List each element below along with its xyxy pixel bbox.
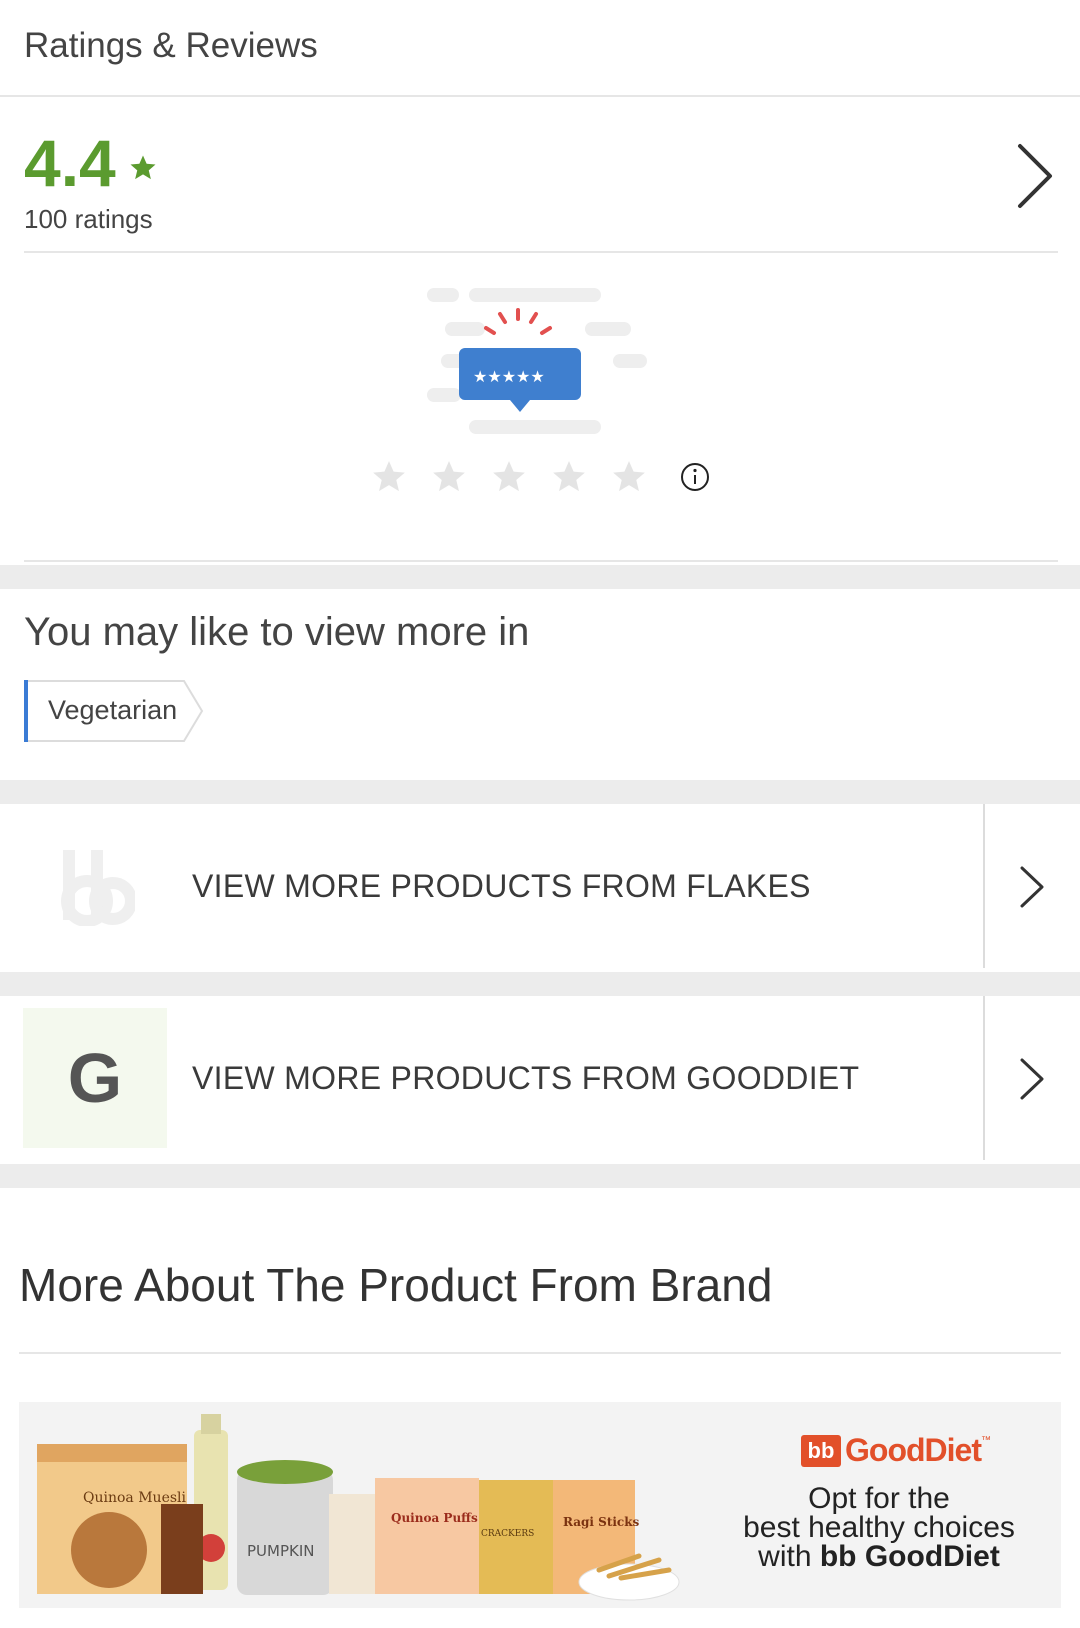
chevron-right-icon[interactable]: [1018, 864, 1046, 910]
recommend-title: You may like to view more in: [24, 610, 530, 654]
star-outline-icon[interactable]: [610, 458, 648, 496]
product-label: Quinoa Puffs: [391, 1511, 478, 1525]
section-spacer: [0, 565, 1080, 589]
view-more-gooddiet-row[interactable]: G VIEW MORE PRODUCTS FROM GOODDIET: [0, 996, 1080, 1160]
ratings-count: 100 ratings: [24, 204, 153, 234]
tagline-line-1: Opt for the: [808, 1482, 950, 1515]
divider: [983, 804, 985, 968]
rating-summary[interactable]: 4.4 100 ratings: [24, 130, 1056, 240]
trademark-symbol: ™: [980, 1435, 991, 1446]
brand-banner[interactable]: Quinoa Muesli PUMPKIN Quinoa Puffs CRACK…: [19, 1402, 1061, 1608]
divider: [983, 996, 985, 1160]
star-icon: [130, 155, 156, 180]
tag-label: Vegetarian: [48, 695, 178, 725]
star-outline-icon[interactable]: [430, 458, 468, 496]
average-rating: 4.4: [24, 126, 116, 200]
divider: [0, 95, 1080, 97]
banner-tagline: Opt for the best healthy choices with bb…: [719, 1482, 1039, 1573]
star-outline-icon[interactable]: [490, 458, 528, 496]
view-more-flakes-row[interactable]: VIEW MORE PRODUCTS FROM FLAKES: [0, 804, 1080, 968]
divider: [24, 560, 1058, 562]
divider: [24, 251, 1058, 253]
bb-logo-mark: bb: [801, 1434, 841, 1467]
tagline-line-3-prefix: with: [758, 1540, 820, 1573]
product-lineup-image: Quinoa Muesli PUMPKIN Quinoa Puffs CRACK…: [37, 1414, 680, 1601]
section-spacer: [0, 1164, 1080, 1188]
ratings-section-title: Ratings & Reviews: [24, 26, 318, 65]
brand-initial-thumb: G: [23, 1008, 167, 1148]
view-more-gooddiet-label: VIEW MORE PRODUCTS FROM GOODDIET: [192, 1060, 860, 1096]
tagline-line-3-bold: bb GoodDiet: [819, 1540, 1000, 1573]
brand-initial: G: [67, 1039, 123, 1117]
section-spacer: [0, 972, 1080, 996]
divider: [19, 1352, 1061, 1354]
chevron-right-icon[interactable]: [1018, 1056, 1046, 1102]
brand-wordmark: GoodDiet: [845, 1432, 982, 1468]
bb-logo-thumb: [23, 816, 167, 956]
chevron-right-icon[interactable]: [1012, 140, 1056, 212]
star-outline-icon[interactable]: [550, 458, 588, 496]
section-spacer: [0, 780, 1080, 804]
product-label: Quinoa Muesli: [83, 1490, 187, 1506]
review-illustration: ★★★★★: [427, 288, 647, 434]
product-label: CRACKERS: [481, 1529, 534, 1539]
brand-section-title: More About The Product From Brand: [19, 1259, 773, 1311]
tagline-line-2: best healthy choices: [743, 1511, 1015, 1544]
view-more-flakes-label: VIEW MORE PRODUCTS FROM FLAKES: [192, 868, 811, 904]
product-label: Ragi Sticks: [563, 1515, 640, 1529]
star-outline-icon[interactable]: [370, 458, 408, 496]
tagline-line-3: with bb GoodDiet: [719, 1540, 1039, 1573]
product-label: PUMPKIN: [247, 1542, 315, 1560]
rate-stars[interactable]: [370, 458, 710, 496]
gooddiet-logo: bb GoodDiet ™: [801, 1432, 991, 1469]
info-icon[interactable]: [680, 462, 710, 492]
bb-logo-icon: [61, 850, 135, 926]
svg-text:★★★★★: ★★★★★: [473, 367, 545, 386]
